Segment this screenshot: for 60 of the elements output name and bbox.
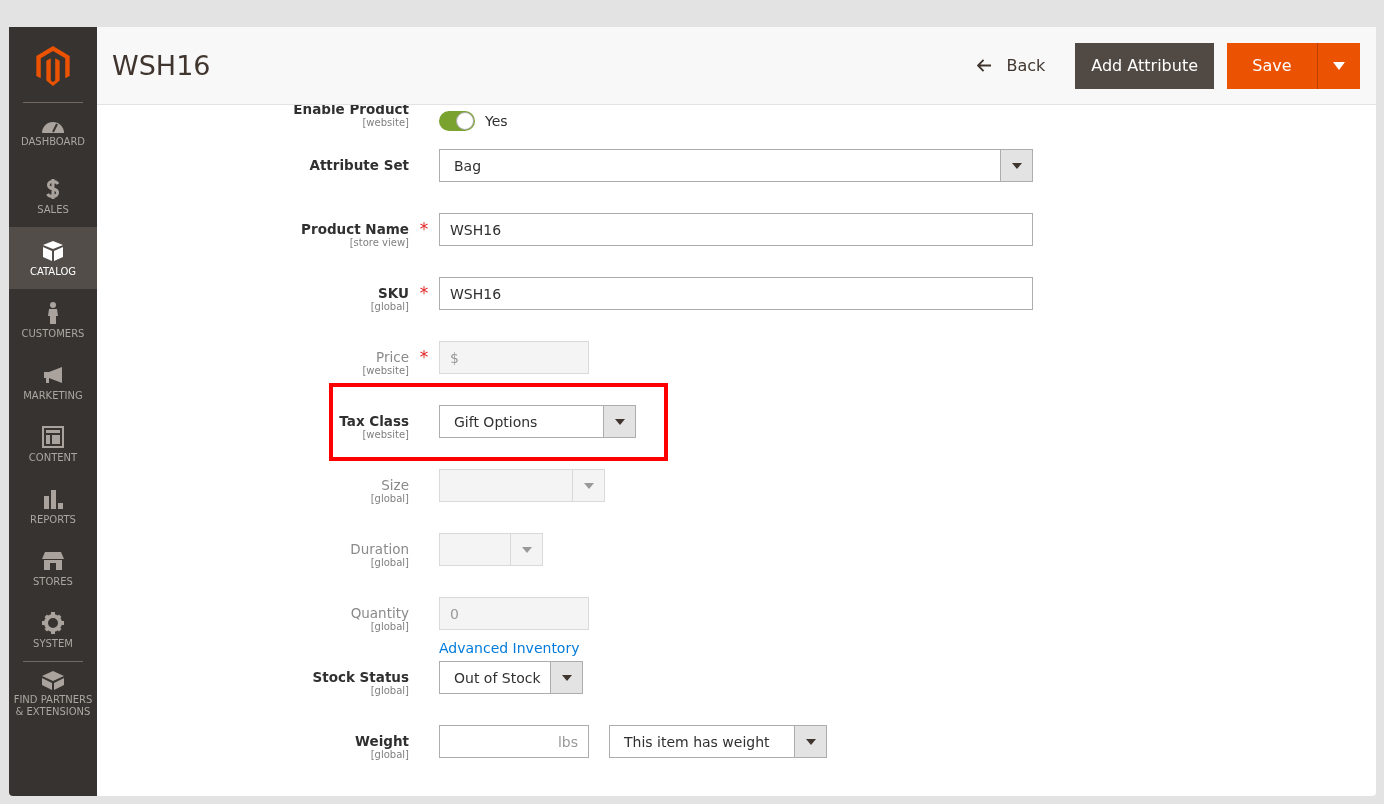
field-label: Tax Class <box>339 413 409 429</box>
select-field[interactable]: Bag <box>439 149 1033 182</box>
field-label: Stock Status <box>312 669 409 685</box>
field-label: Product Name <box>301 221 409 237</box>
scope-label: [global] <box>370 621 409 632</box>
select-field[interactable]: Gift Options <box>439 405 636 438</box>
required-mark: * <box>419 285 429 302</box>
scope-label: [global] <box>370 301 409 312</box>
sidebar-item[interactable]: STORES <box>9 537 97 599</box>
sidebar-item[interactable]: DASHBOARD <box>9 103 97 165</box>
toggle-switch[interactable] <box>439 111 475 131</box>
required-mark: * <box>419 221 429 238</box>
scope-label: [website] <box>362 429 409 440</box>
scope-label: [website] <box>362 117 409 128</box>
weight-field[interactable]: lbs <box>439 725 589 758</box>
scope-label: [global] <box>370 749 409 760</box>
caret-icon <box>1011 162 1022 169</box>
sidebar-item[interactable]: CONTENT <box>9 413 97 475</box>
caret-icon <box>521 546 532 553</box>
field-label: Duration <box>350 541 409 557</box>
scope-label: [global] <box>370 493 409 504</box>
required-mark: * <box>419 349 429 366</box>
sidebar-item[interactable]: CUSTOMERS <box>9 289 97 351</box>
select-field[interactable]: Out of Stock <box>439 661 583 694</box>
field-label: Size <box>381 477 409 493</box>
arrow-left-icon <box>977 59 993 72</box>
sidebar-item[interactable]: FIND PARTNERS & EXTENSIONS <box>9 662 97 722</box>
caret-icon <box>561 674 572 681</box>
scope-label: [store view] <box>349 237 409 248</box>
page-title: WSH16 <box>112 50 211 81</box>
scope-label: [website] <box>362 365 409 376</box>
input-field[interactable]: WSH16 <box>439 213 1033 246</box>
caret-icon <box>614 418 625 425</box>
scope-label: [global] <box>370 685 409 696</box>
sidebar-item[interactable]: REPORTS <box>9 475 97 537</box>
box-icon <box>41 238 65 263</box>
gear-icon <box>41 610 65 635</box>
toggle-value: Yes <box>485 113 508 129</box>
field-label: Attribute Set <box>309 157 409 173</box>
save-options-button[interactable] <box>1318 42 1360 89</box>
back-button[interactable]: Back <box>977 56 1046 75</box>
scope-label: [global] <box>370 557 409 568</box>
layout-icon <box>41 424 65 449</box>
caret-icon <box>583 482 594 489</box>
select-field[interactable]: This item has weight <box>609 725 827 758</box>
sidebar-item[interactable]: CATALOG <box>9 227 97 289</box>
add-attribute-button[interactable]: Add Attribute <box>1075 42 1214 89</box>
gauge-icon <box>41 120 65 133</box>
logo-icon <box>36 45 70 86</box>
input-field[interactable]: WSH16 <box>439 277 1033 310</box>
sidebar-item[interactable]: SALES <box>9 165 97 227</box>
field-label: Quantity <box>350 605 409 621</box>
field-label: Weight <box>355 733 409 749</box>
field-label: Price <box>376 349 409 365</box>
field-label: SKU <box>378 285 409 301</box>
sidebar-item[interactable]: MARKETING <box>9 351 97 413</box>
save-button[interactable]: Save <box>1227 42 1318 89</box>
sidebar-item[interactable]: SYSTEM <box>9 599 97 661</box>
caret-icon <box>1333 61 1345 70</box>
caret-icon <box>805 738 816 745</box>
